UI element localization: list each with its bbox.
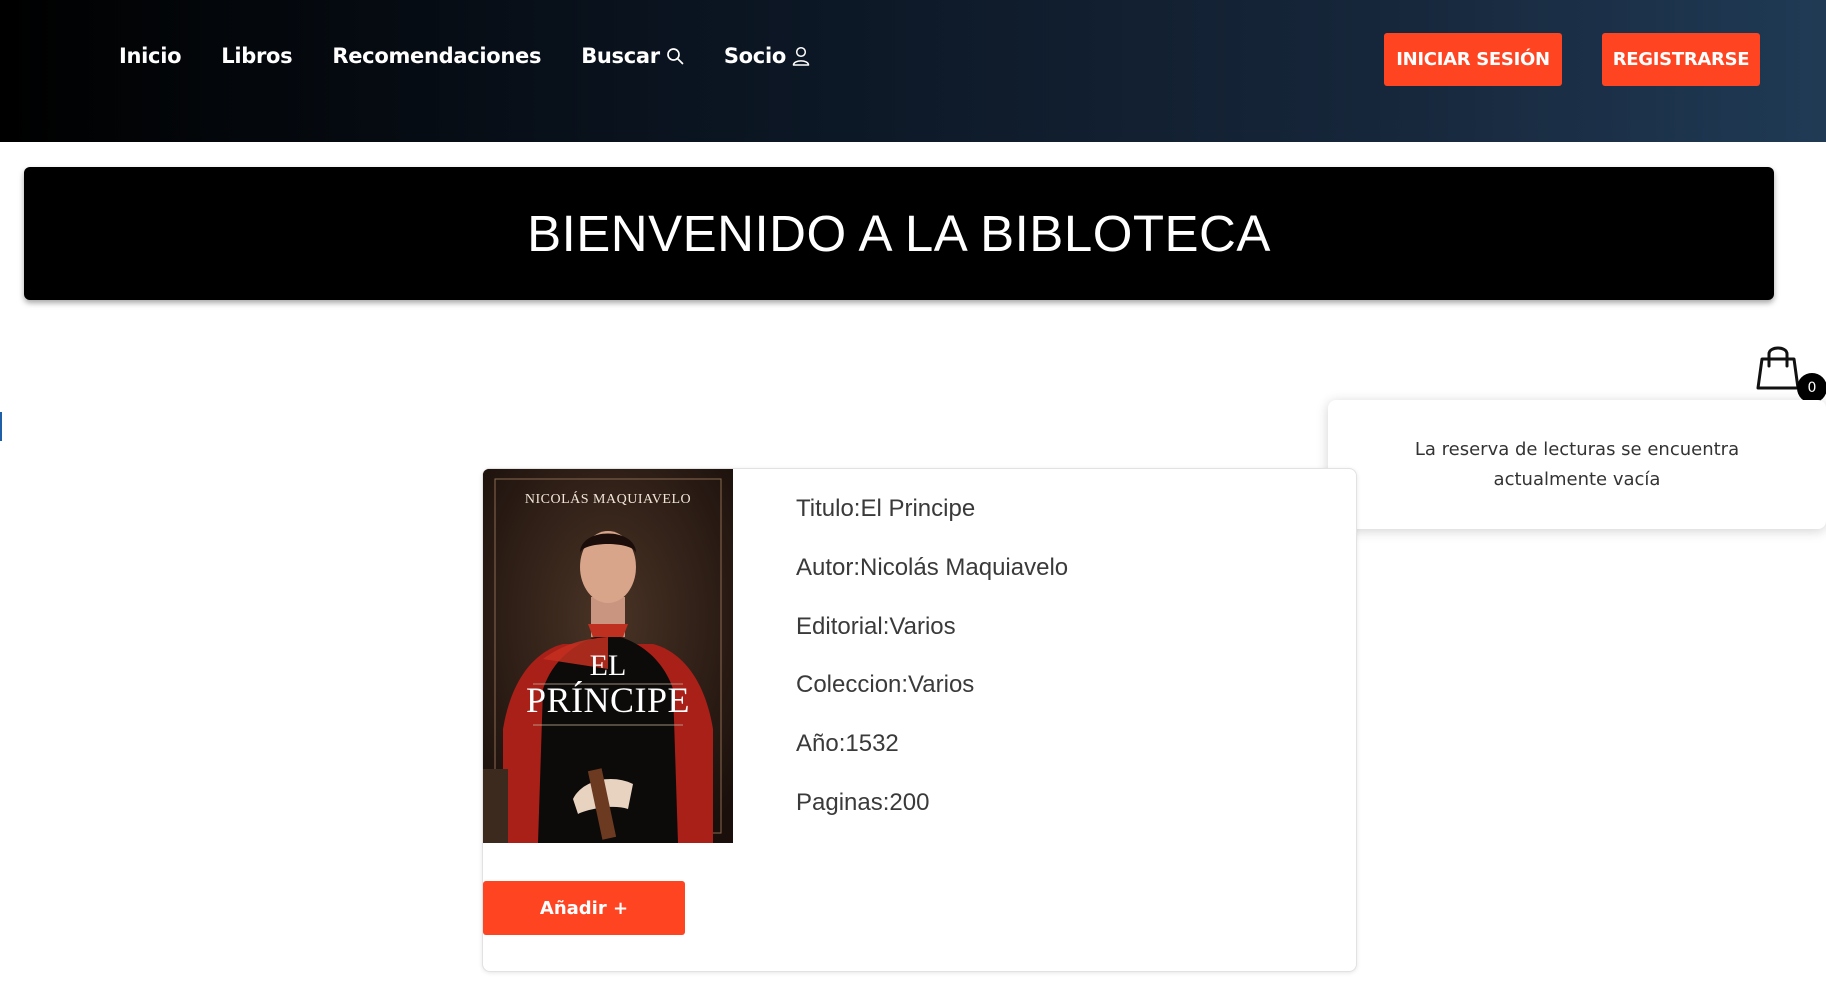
register-button[interactable]: REGISTRARSE bbox=[1602, 33, 1760, 86]
book-publisher: Editorial:Varios bbox=[796, 612, 956, 640]
top-navbar: Inicio Libros Recomendaciones Buscar Soc… bbox=[0, 0, 1826, 142]
nav-link-label: Recomendaciones bbox=[332, 44, 542, 68]
nav-link-libros[interactable]: Libros bbox=[221, 44, 292, 68]
book-collection: Coleccion:Varios bbox=[796, 671, 975, 699]
main-nav: Inicio Libros Recomendaciones Buscar Soc… bbox=[119, 44, 850, 68]
cover-author-text: NICOLÁS MAQUIAVELO bbox=[524, 492, 692, 507]
book-details: Titulo:El Principe Autor:Nicolás Maquiav… bbox=[796, 494, 1068, 847]
login-button[interactable]: INICIAR SESIÓN bbox=[1384, 33, 1562, 86]
page-title: BIENVENIDO A LA BIBLOTECA bbox=[527, 205, 1271, 262]
nav-link-label: Libros bbox=[221, 44, 293, 68]
cover-title-line1: EL bbox=[589, 649, 627, 682]
shopping-bag-icon bbox=[1756, 346, 1800, 390]
nav-link-inicio[interactable]: Inicio bbox=[119, 44, 182, 68]
nav-link-socio[interactable]: Socio bbox=[724, 44, 810, 68]
book-year: Año:1532 bbox=[796, 730, 899, 758]
add-to-reservation-button[interactable]: Añadir + bbox=[483, 881, 685, 935]
nav-link-buscar[interactable]: Buscar bbox=[581, 44, 684, 68]
nav-link-label: Socio bbox=[723, 44, 786, 68]
cart-empty-message: La reserva de lecturas se encuentra actu… bbox=[1414, 438, 1740, 490]
welcome-banner: BIENVENIDO A LA BIBLOTECA bbox=[24, 167, 1774, 300]
book-title: Titulo:El Principe bbox=[796, 495, 976, 522]
edge-marker bbox=[0, 412, 2, 441]
user-icon bbox=[792, 46, 810, 66]
book-pages: Paginas:200 bbox=[796, 788, 930, 816]
nav-link-label: Inicio bbox=[119, 44, 182, 68]
nav-link-label: Buscar bbox=[581, 44, 660, 68]
search-icon bbox=[666, 48, 684, 65]
cart-button[interactable] bbox=[1756, 344, 1800, 397]
cover-title-line2: PRÍNCIPE bbox=[525, 680, 691, 720]
cart-count-badge: 0 bbox=[1797, 373, 1826, 403]
book-author: Autor:Nicolás Maquiavelo bbox=[796, 553, 1069, 581]
cover-title-text: EL PRÍNCIPE bbox=[483, 649, 733, 720]
book-cover-image: NICOLÁS MAQUIAVELO EL PRÍNCIPE bbox=[483, 469, 733, 843]
nav-link-recomendaciones[interactable]: Recomendaciones bbox=[332, 44, 541, 68]
cart-dropdown: La reserva de lecturas se encuentra actu… bbox=[1328, 400, 1826, 529]
